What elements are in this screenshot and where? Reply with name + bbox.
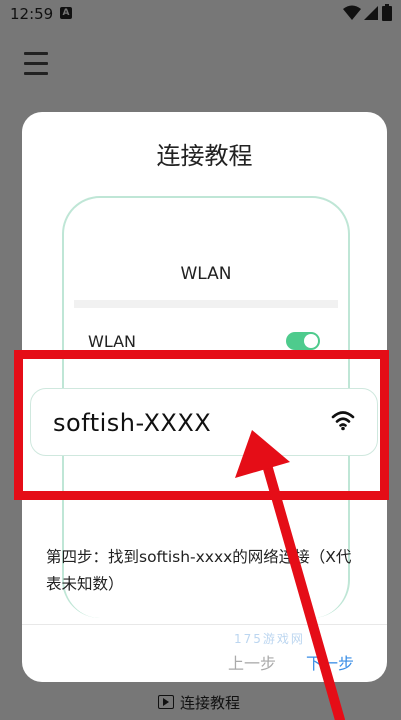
pointer-arrow-icon <box>235 430 345 720</box>
